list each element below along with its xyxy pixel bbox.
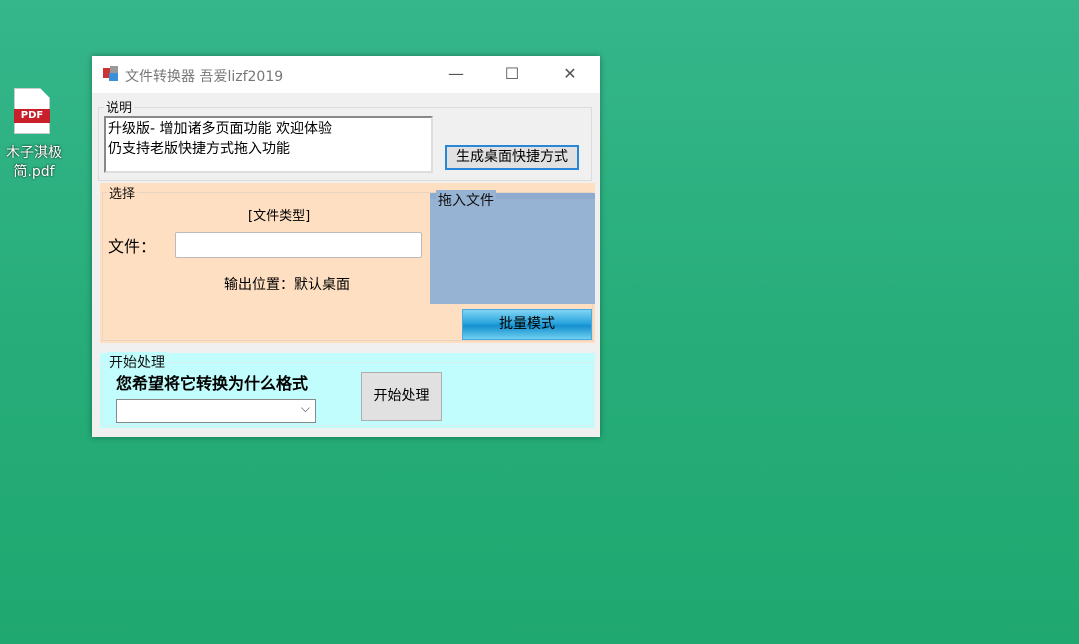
output-location: 输出位置：默认桌面 (224, 277, 350, 293)
process-panel: 开始处理 您希望将它转换为什么格式 ⌵ 开始处理 (100, 352, 595, 428)
select-legend: 选择 (107, 183, 138, 202)
app-window: 文件转换器 吾爱lizf2019 — ☐ ✕ 说明 升级版- 增加诸多页面功能 … (92, 56, 600, 437)
window-title: 文件转换器 吾爱lizf2019 (125, 69, 284, 85)
select-panel: 选择 [文件类型] 文件： 输出位置：默认桌面 拖入文件 批量模式 (100, 183, 595, 343)
desktop-icon-label: 木子淇极简.pdf (6, 145, 62, 180)
chevron-down-icon: ⌵ (300, 401, 310, 415)
title-bar[interactable]: 文件转换器 吾爱lizf2019 — ☐ ✕ (92, 56, 600, 93)
info-line: 仍支持老版快捷方式拖入功能 (108, 141, 290, 157)
file-input[interactable] (175, 232, 422, 258)
info-textbox[interactable]: 升级版- 增加诸多页面功能 欢迎体验 仍支持老版快捷方式拖入功能 (104, 116, 433, 173)
file-type-label: [文件类型] (248, 209, 311, 224)
minimize-button[interactable]: — (436, 62, 476, 86)
maximize-button[interactable]: ☐ (492, 62, 532, 86)
batch-mode-button[interactable]: 批量模式 (462, 309, 592, 340)
file-label: 文件： (108, 237, 157, 256)
close-button[interactable]: ✕ (550, 62, 590, 86)
format-select[interactable]: ⌵ (116, 399, 316, 423)
create-shortcut-button[interactable]: 生成桌面快捷方式 (445, 145, 579, 170)
app-icon (103, 66, 118, 81)
format-question: 您希望将它转换为什么格式 (116, 374, 309, 393)
process-legend: 开始处理 (107, 352, 167, 372)
info-legend: 说明 (104, 97, 135, 116)
pdf-file-icon: PDF (14, 88, 50, 134)
info-line: 升级版- 增加诸多页面功能 欢迎体验 (108, 121, 332, 137)
drop-legend: 拖入文件 (436, 190, 496, 210)
start-process-button[interactable]: 开始处理 (361, 372, 442, 421)
drop-zone[interactable]: 拖入文件 (430, 190, 595, 304)
